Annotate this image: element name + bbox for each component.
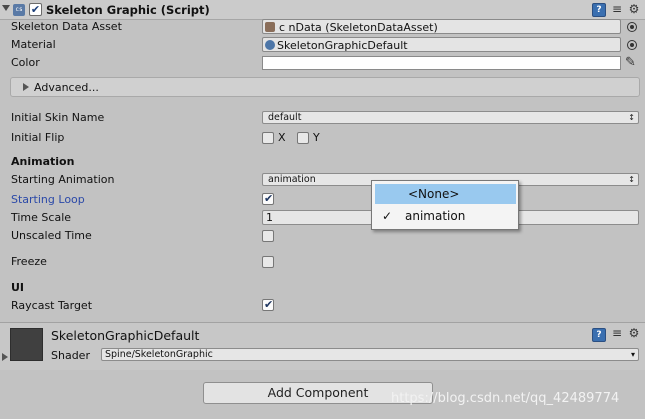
flip-y-label: Y [313, 131, 320, 144]
material-title: SkeletonGraphicDefault [51, 328, 200, 343]
component-title: Skeleton Graphic (Script) [46, 3, 210, 17]
skeleton-data-asset-field[interactable]: c nData (SkeletonDataAsset) [262, 19, 621, 34]
initial-skin-label: Initial Skin Name [11, 111, 105, 124]
material-sphere-icon [265, 40, 275, 50]
gear-icon[interactable]: ⚙ [627, 327, 641, 341]
starting-loop-checkbox[interactable] [262, 192, 274, 205]
foldout-arrow-icon [23, 83, 29, 91]
asset-icon [265, 22, 275, 32]
dropdown-arrow-icon: ↕ [628, 113, 635, 122]
material-field[interactable]: SkeletonGraphicDefault [262, 37, 621, 52]
advanced-label: Advanced... [34, 81, 99, 94]
eyedropper-icon[interactable]: ✎ [625, 55, 636, 70]
initial-skin-dropdown[interactable]: default ↕ [262, 111, 639, 124]
flip-y-checkbox[interactable] [297, 132, 309, 144]
material-value: SkeletonGraphicDefault [277, 39, 408, 52]
component-enabled-checkbox[interactable]: ✔ [29, 3, 42, 16]
initial-flip-label: Initial Flip [11, 131, 65, 144]
object-picker-icon[interactable] [627, 40, 637, 50]
unscaled-time-checkbox[interactable] [262, 230, 274, 242]
ui-section-header: UI [11, 281, 25, 294]
checkmark-icon: ✓ [382, 209, 393, 223]
freeze-checkbox[interactable] [262, 256, 274, 268]
help-icon[interactable]: ? [592, 3, 606, 17]
advanced-foldout[interactable]: Advanced... [10, 77, 640, 97]
material-preview-thumbnail [10, 328, 43, 361]
shader-label: Shader [51, 349, 90, 362]
material-label: Material [11, 38, 56, 51]
starting-animation-value: animation [268, 174, 316, 185]
gear-icon[interactable]: ⚙ [627, 3, 641, 17]
preset-settings-icon[interactable]: ≡ [610, 3, 624, 17]
animation-dropdown-popup: <None> ✓ animation [371, 180, 519, 230]
component-header[interactable]: cs ✔ Skeleton Graphic (Script) ? ≡ ⚙ [0, 0, 645, 20]
starting-loop-label: Starting Loop [11, 193, 85, 206]
skeleton-data-asset-label: Skeleton Data Asset [11, 20, 122, 33]
dropdown-option-label: <None> [408, 187, 460, 201]
flip-x-checkbox[interactable] [262, 132, 274, 144]
initial-skin-value: default [268, 112, 302, 123]
dropdown-option-none[interactable]: <None> [375, 184, 516, 204]
freeze-label: Freeze [11, 255, 47, 268]
color-label: Color [11, 56, 40, 69]
raycast-target-checkbox[interactable] [262, 298, 274, 311]
time-scale-label: Time Scale [11, 211, 72, 224]
shader-value: Spine/SkeletonGraphic [105, 349, 213, 360]
raycast-target-label: Raycast Target [11, 299, 93, 312]
dropdown-option-animation[interactable]: ✓ animation [375, 206, 516, 226]
foldout-arrow-icon[interactable] [2, 353, 8, 361]
starting-animation-label: Starting Animation [11, 173, 115, 186]
script-icon: cs [13, 4, 25, 16]
skeleton-data-asset-value: c nData (SkeletonDataAsset) [279, 21, 438, 34]
animation-section-header: Animation [11, 155, 75, 168]
shader-dropdown[interactable]: Spine/SkeletonGraphic ▾ [101, 348, 639, 361]
flip-x-label: X [278, 131, 286, 144]
object-picker-icon[interactable] [627, 22, 637, 32]
dropdown-option-label: animation [405, 209, 466, 223]
dropdown-arrow-icon: ▾ [630, 350, 635, 359]
unscaled-time-label: Unscaled Time [11, 229, 92, 242]
foldout-arrow-icon[interactable] [2, 5, 10, 11]
preset-settings-icon[interactable]: ≡ [610, 327, 624, 341]
dropdown-arrow-icon: ↕ [628, 175, 635, 184]
material-inspector: SkeletonGraphicDefault ? ≡ ⚙ Shader Spin… [0, 322, 645, 370]
color-field[interactable] [262, 56, 621, 70]
watermark-text: https://blog.csdn.net/qq_42489774 [391, 391, 620, 406]
help-icon[interactable]: ? [592, 328, 606, 342]
